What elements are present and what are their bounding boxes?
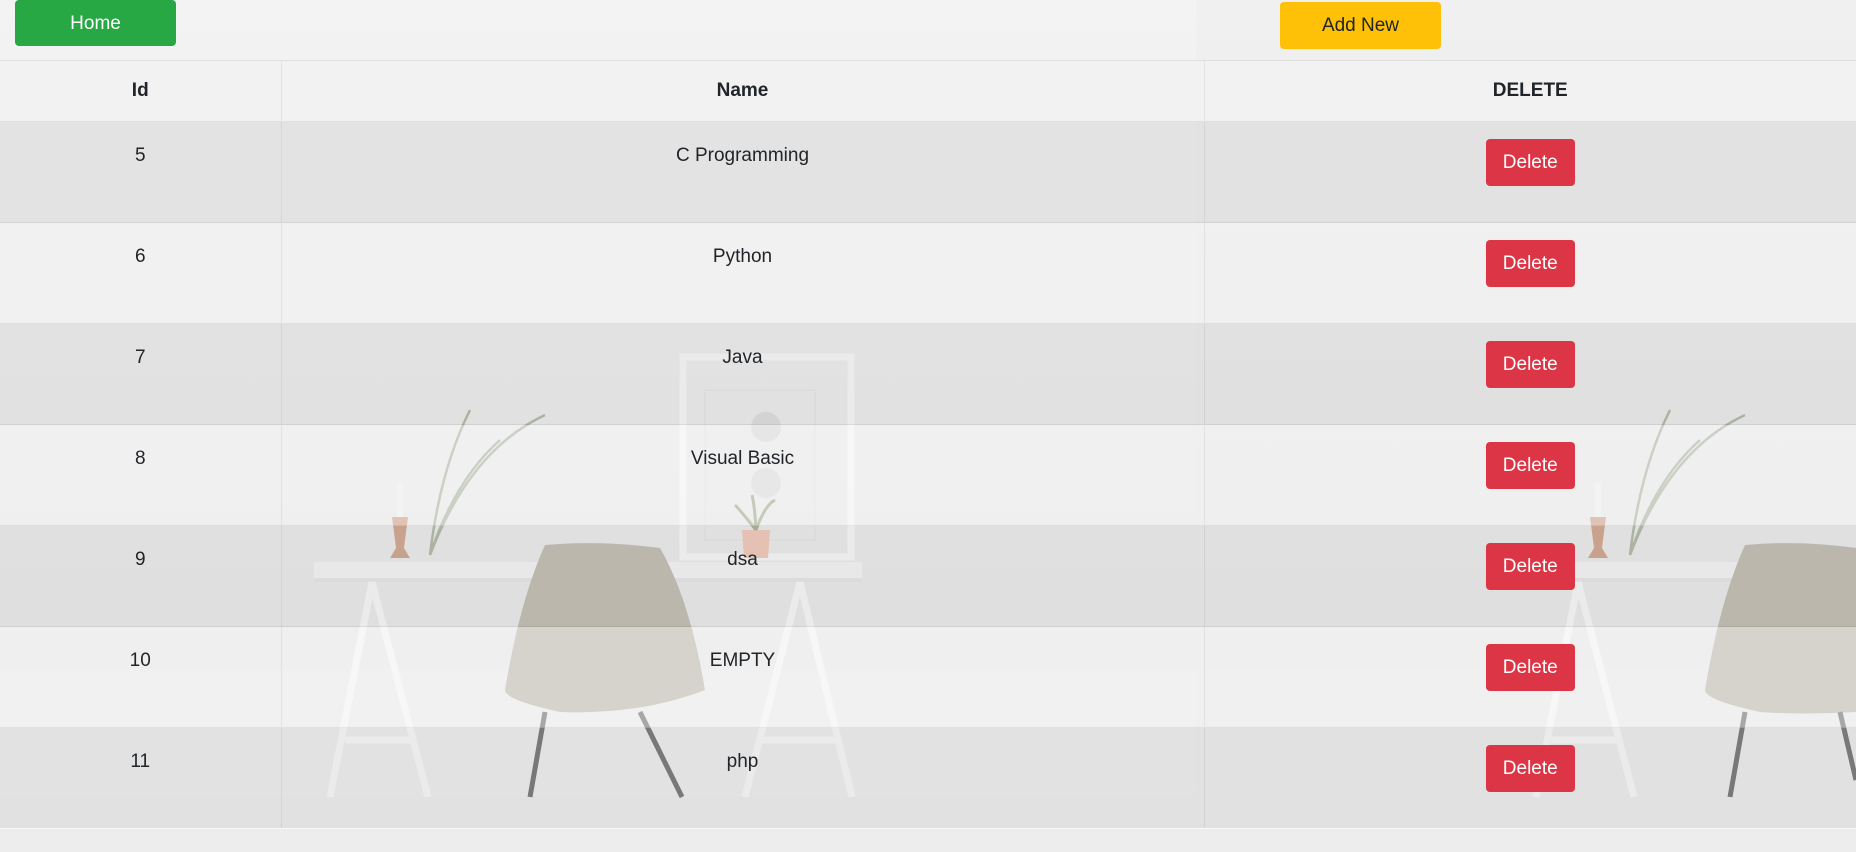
cell-id: 8 xyxy=(0,424,281,526)
table-row: 11 php Delete xyxy=(0,727,1856,829)
cell-delete: Delete xyxy=(1203,424,1856,526)
delete-button[interactable]: Delete xyxy=(1485,240,1575,287)
cell-id: 6 xyxy=(0,222,281,324)
column-header-name: Name xyxy=(280,60,1204,122)
cell-name: Visual Basic xyxy=(280,424,1204,526)
cell-id: 7 xyxy=(0,323,281,425)
cell-delete: Delete xyxy=(1203,222,1856,324)
table-row: 10 EMPTY Delete xyxy=(0,626,1856,728)
table-row: 9 dsa Delete xyxy=(0,525,1856,627)
cell-id: 11 xyxy=(0,727,281,829)
cell-delete: Delete xyxy=(1203,323,1856,425)
table-header-row: Id Name DELETE xyxy=(0,60,1856,122)
delete-button[interactable]: Delete xyxy=(1485,644,1575,691)
delete-button[interactable]: Delete xyxy=(1485,442,1575,489)
table-row: 5 C Programming Delete xyxy=(0,121,1856,223)
cell-name: Python xyxy=(280,222,1204,324)
cell-name: EMPTY xyxy=(280,626,1204,728)
add-new-button[interactable]: Add New xyxy=(1280,2,1441,49)
records-table: Id Name DELETE 5 C Programming Delete 6 … xyxy=(0,60,1856,829)
cell-id: 5 xyxy=(0,121,281,223)
column-header-delete: DELETE xyxy=(1203,60,1856,122)
cell-delete: Delete xyxy=(1203,121,1856,223)
home-button[interactable]: Home xyxy=(15,0,176,46)
cell-name: dsa xyxy=(280,525,1204,627)
cell-delete: Delete xyxy=(1203,727,1856,829)
cell-id: 10 xyxy=(0,626,281,728)
cell-name: Java xyxy=(280,323,1204,425)
table-row: 7 Java Delete xyxy=(0,323,1856,425)
top-bar: Home Add New xyxy=(0,0,1856,60)
cell-id: 9 xyxy=(0,525,281,627)
cell-delete: Delete xyxy=(1203,525,1856,627)
table-row: 6 Python Delete xyxy=(0,222,1856,324)
delete-button[interactable]: Delete xyxy=(1485,139,1575,186)
delete-button[interactable]: Delete xyxy=(1485,543,1575,590)
cell-name: php xyxy=(280,727,1204,829)
delete-button[interactable]: Delete xyxy=(1485,341,1575,388)
cell-name: C Programming xyxy=(280,121,1204,223)
column-header-id: Id xyxy=(0,60,281,122)
cell-delete: Delete xyxy=(1203,626,1856,728)
table-row: 8 Visual Basic Delete xyxy=(0,424,1856,526)
delete-button[interactable]: Delete xyxy=(1485,745,1575,792)
